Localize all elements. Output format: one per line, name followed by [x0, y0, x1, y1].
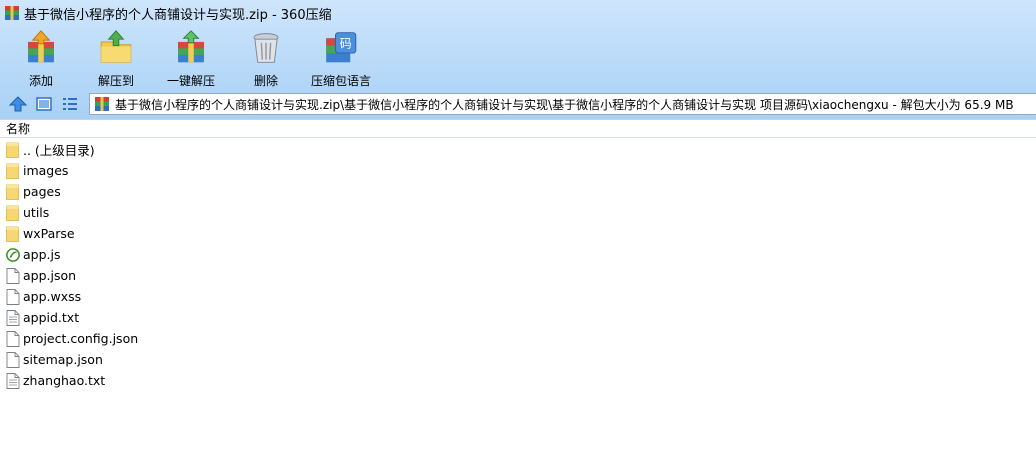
column-header-label: 名称	[6, 122, 31, 136]
thumbnail-view-button[interactable]	[34, 94, 54, 114]
list-item-name: utils	[23, 205, 50, 220]
add-button-label: 添加	[28, 74, 53, 88]
folder-icon	[6, 205, 19, 221]
list-item-name: project.config.json	[23, 331, 139, 346]
up-level-button[interactable]	[8, 94, 28, 114]
file-icon	[6, 330, 20, 347]
list-item-name: pages	[23, 184, 61, 199]
address-path: 基于微信小程序的个人商铺设计与实现.zip\基于微信小程序的个人商铺设计与实现\…	[115, 97, 1014, 112]
text-file-icon	[6, 309, 20, 326]
address-row: 基于微信小程序的个人商铺设计与实现.zip\基于微信小程序的个人商铺设计与实现\…	[0, 91, 1036, 117]
address-bar[interactable]: 基于微信小程序的个人商铺设计与实现.zip\基于微信小程序的个人商铺设计与实现\…	[89, 93, 1036, 115]
list-item-name: zhanghao.txt	[23, 373, 106, 388]
title-bar: 基于微信小程序的个人商铺设计与实现.zip - 360压缩	[0, 0, 1036, 26]
list-item-file[interactable]: app.json	[0, 265, 1036, 286]
list-item-folder[interactable]: images	[0, 160, 1036, 181]
folder-icon	[6, 184, 19, 200]
archive-small-icon	[95, 97, 109, 111]
list-item-name: images	[23, 163, 69, 178]
add-archive-icon	[28, 30, 54, 63]
archive-language-icon: 码	[326, 32, 357, 63]
js-file-icon	[6, 247, 20, 262]
list-item-name: sitemap.json	[23, 352, 103, 367]
column-header-name[interactable]: 名称	[0, 119, 1036, 138]
list-view-icon	[63, 98, 77, 110]
list-view-button[interactable]	[60, 94, 80, 114]
folder-icon	[6, 163, 19, 179]
list-item-name: app.js	[23, 247, 61, 262]
add-button[interactable]: 添加	[3, 27, 79, 89]
archive-language-button-label: 压缩包语言	[310, 74, 371, 88]
list-item-file[interactable]: sitemap.json	[0, 349, 1036, 370]
archive-language-button[interactable]: 码 压缩包语言	[303, 27, 379, 89]
list-item-name: appid.txt	[23, 310, 80, 325]
list-item-name: .. (上级目录)	[23, 143, 95, 158]
list-item-folder[interactable]: wxParse	[0, 223, 1036, 244]
text-file-icon	[6, 372, 20, 389]
svg-text:码: 码	[340, 37, 352, 51]
list-item-folder[interactable]: utils	[0, 202, 1036, 223]
file-list: .. (上级目录) images pages utils wxParse app.js ap…	[0, 139, 1036, 391]
delete-button-label: 删除	[253, 74, 278, 88]
extract-to-icon	[100, 30, 132, 63]
extract-to-button-label: 解压到	[97, 74, 134, 88]
file-icon	[6, 267, 20, 284]
thumbnail-view-icon	[36, 97, 52, 111]
list-item-name: app.json	[23, 268, 77, 283]
list-item-file[interactable]: zhanghao.txt	[0, 370, 1036, 391]
extract-to-button[interactable]: 解压到	[78, 27, 154, 89]
list-item-name: app.wxss	[23, 289, 82, 304]
file-icon	[6, 351, 20, 368]
up-arrow-icon	[9, 96, 27, 112]
toolbar: 添加 解压到 一键解压 删除 码 压缩包语言	[0, 27, 1036, 89]
folder-icon	[6, 226, 19, 242]
archive-app-icon	[5, 6, 19, 20]
list-item-file[interactable]: appid.txt	[0, 307, 1036, 328]
list-item-file[interactable]: app.js	[0, 244, 1036, 265]
delete-button[interactable]: 删除	[228, 27, 304, 89]
delete-trash-icon	[253, 33, 279, 63]
one-click-extract-button[interactable]: 一键解压	[153, 27, 229, 89]
list-item-folder[interactable]: pages	[0, 181, 1036, 202]
list-item-name: wxParse	[23, 226, 75, 241]
folder-icon	[6, 142, 19, 158]
one-click-extract-icon	[178, 30, 204, 63]
window-title: 基于微信小程序的个人商铺设计与实现.zip - 360压缩	[24, 7, 332, 23]
list-item-file[interactable]: project.config.json	[0, 328, 1036, 349]
one-click-extract-button-label: 一键解压	[166, 74, 215, 88]
file-icon	[6, 288, 20, 305]
list-item-folder[interactable]: .. (上级目录)	[0, 139, 1036, 160]
list-item-file[interactable]: app.wxss	[0, 286, 1036, 307]
